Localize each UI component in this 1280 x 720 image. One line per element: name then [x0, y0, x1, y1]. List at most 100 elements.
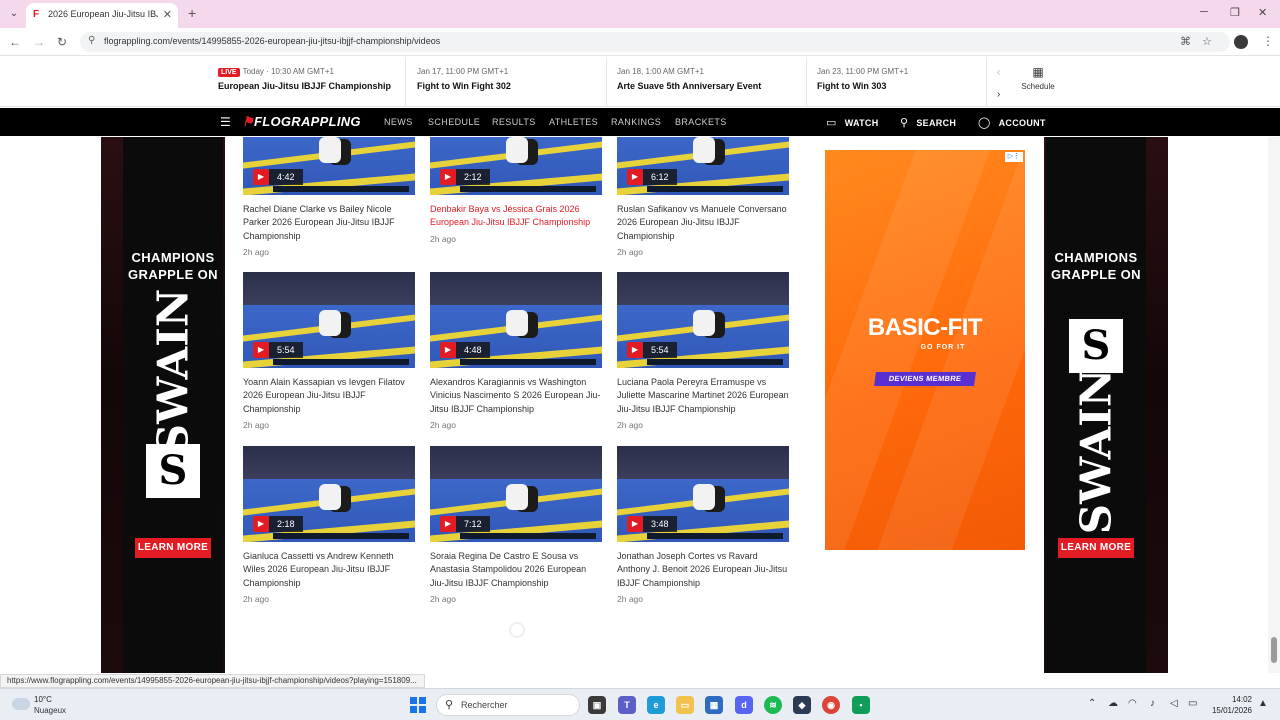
hamburger-menu-icon[interactable]: ☰ [220, 115, 231, 129]
video-thumbnail[interactable]: ▶ 6:12 [617, 137, 789, 195]
video-card[interactable]: ▶ 4:42 Rachel Diane Clarke vs Bailey Nico… [243, 137, 415, 257]
tray-cloud-icon[interactable]: ☁ [1108, 698, 1118, 709]
weather-condition: Nuageux [34, 706, 67, 715]
video-title[interactable]: Ruslan Safikanov vs Manuele Conversano 2… [617, 203, 789, 243]
video-title[interactable]: Alexandros Karagiannis vs Washington Vin… [430, 376, 602, 416]
video-title[interactable]: Rachel Diane Clarke vs Bailey Nicole Par… [243, 203, 415, 243]
tab-close-icon[interactable]: ✕ [163, 8, 172, 21]
video-thumbnail[interactable]: ▶ 3:48 [617, 446, 789, 542]
video-duration: 6:12 [643, 169, 677, 185]
video-thumbnail[interactable]: ▶ 4:42 [243, 137, 415, 195]
nav-news[interactable]: NEWS [384, 117, 413, 127]
video-title[interactable]: Gianluca Cassetti vs Andrew Kenneth Wile… [243, 550, 415, 590]
spotify-icon[interactable]: ≋ [764, 696, 782, 714]
video-title[interactable]: Yoann Alain Kassapian vs Ievgen Filatov … [243, 376, 415, 416]
adchoices-icon[interactable]: ▷⋮ [1005, 152, 1023, 162]
windows-start-icon[interactable] [410, 697, 426, 713]
video-card[interactable]: ▶ 5:54 Yoann Alain Kassapian vs Ievgen Fi… [243, 272, 415, 430]
store-icon[interactable]: ▦ [705, 696, 723, 714]
video-title[interactable]: Jonathan Joseph Cortes vs Ravard Anthony… [617, 550, 789, 590]
account-button[interactable]: ◯ ACCOUNT [978, 116, 1046, 129]
shield-app-icon[interactable]: ◆ [793, 696, 811, 714]
strip-next-icon[interactable]: › [997, 89, 1000, 100]
video-thumbnail[interactable]: ▶ 7:12 [430, 446, 602, 542]
display-ad[interactable]: ▷⋮ BASIC-FIT GO FOR IT DEVIENS MEMBRE [825, 150, 1025, 550]
site-logo[interactable]: ⚑FLOGRAPPLING [242, 114, 361, 130]
profile-avatar-icon[interactable] [1234, 35, 1248, 49]
taskbar-search-placeholder: Rechercher [461, 700, 508, 710]
video-card[interactable]: ▶ 4:48 Alexandros Karagiannis vs Washingt… [430, 272, 602, 430]
video-card[interactable]: ▶ 6:12 Ruslan Safikanov vs Manuele Conver… [617, 137, 789, 257]
tray-chevron-icon[interactable]: ⌃ [1088, 698, 1096, 709]
forward-icon[interactable]: → [33, 35, 45, 49]
notification-bell-icon[interactable]: ▲ [1258, 698, 1268, 709]
reload-icon[interactable]: ↻ [57, 35, 67, 49]
search-icon: ⚲ [900, 117, 909, 129]
video-duration: 7:12 [456, 516, 490, 532]
video-title[interactable]: Soraia Regina De Castro E Sousa vs Anast… [430, 550, 602, 590]
event-card[interactable]: LIVE Today · 10:30 AM GMT+1 European Jiu-… [218, 57, 406, 107]
video-card[interactable]: ▶ 5:54 Luciana Paola Pereyra Erramuspe vs… [617, 272, 789, 430]
video-duration: 5:54 [643, 342, 677, 358]
wifi-icon[interactable]: ◠ [1128, 698, 1137, 709]
discord-icon[interactable]: d [735, 696, 753, 714]
browser-menu-icon[interactable]: ⋮ [1262, 34, 1274, 48]
video-title[interactable]: Denbakir Baya vs Jéssica Grais 2026 Euro… [430, 203, 602, 230]
back-icon[interactable]: ← [9, 35, 21, 49]
skin-ad-left[interactable]: CHAMPIONS GRAPPLE ON SWAIN S LEARN MORE [101, 137, 225, 673]
translate-icon[interactable]: ⌘ [1180, 35, 1191, 48]
event-card[interactable]: Jan 23, 11:00 PM GMT+1 Fight to Win 303 [817, 57, 987, 107]
chrome-icon[interactable]: ◉ [822, 696, 840, 714]
skin-ad-right[interactable]: CHAMPIONS GRAPPLE ON S SWAIN LEARN MORE [1044, 137, 1168, 673]
nav-schedule[interactable]: SCHEDULE [428, 117, 480, 127]
video-card[interactable]: ▶ 2:12 Denbakir Baya vs Jéssica Grais 202… [430, 137, 602, 244]
omnibox[interactable]: ⚲ flograppling.com/events/14995855-2026-… [80, 32, 1230, 52]
browser-tab-active[interactable]: F 2026 European Jiu-Jitsu IBJJF C ✕ [26, 3, 178, 28]
edge-icon[interactable]: e [647, 696, 665, 714]
nav-brackets[interactable]: BRACKETS [675, 117, 727, 127]
nav-athletes[interactable]: ATHLETES [549, 117, 598, 127]
bookmark-star-icon[interactable]: ☆ [1202, 35, 1212, 48]
video-thumbnail[interactable]: ▶ 2:18 [243, 446, 415, 542]
video-thumbnail[interactable]: ▶ 4:48 [430, 272, 602, 368]
task-view-icon[interactable]: ▣ [588, 696, 606, 714]
taskbar-clock[interactable]: 14:02 15/01/2026 [1204, 694, 1252, 716]
video-title[interactable]: Luciana Paola Pereyra Erramuspe vs Julie… [617, 376, 789, 416]
skin-learn-more-button[interactable]: LEARN MORE [135, 538, 211, 558]
page-scrollbar[interactable] [1268, 137, 1280, 673]
tab-list-chevron-icon[interactable]: ⌄ [6, 6, 22, 22]
strip-prev-icon[interactable]: ‹ [997, 67, 1000, 78]
event-card[interactable]: Jan 17, 11:00 PM GMT+1 Fight to Win Figh… [417, 57, 607, 107]
site-info-icon[interactable]: ⚲ [88, 35, 95, 46]
close-window-icon[interactable]: ✕ [1258, 6, 1267, 19]
app-icon[interactable]: ▪ [852, 696, 870, 714]
teams-icon[interactable]: T [618, 696, 636, 714]
event-card[interactable]: Jan 18, 1:00 AM GMT+1 Arte Suave 5th Ann… [617, 57, 807, 107]
restore-icon[interactable]: ❐ [1230, 6, 1240, 19]
volume-icon[interactable]: ◁ [1170, 698, 1178, 709]
minimize-icon[interactable]: ─ [1200, 6, 1208, 18]
video-card[interactable]: ▶ 3:48 Jonathan Joseph Cortes vs Ravard A… [617, 446, 789, 604]
search-button[interactable]: ⚲ SEARCH [900, 116, 956, 129]
nav-results[interactable]: RESULTS [492, 117, 536, 127]
ad-cta-button[interactable]: DEVIENS MEMBRE [874, 372, 976, 386]
video-thumbnail[interactable]: ▶ 2:12 [430, 137, 602, 195]
schedule-button[interactable]: ▦ Schedule [1016, 65, 1060, 91]
url-text[interactable]: flograppling.com/events/14995855-2026-eu… [104, 36, 440, 46]
skin-brand: SWAIN [148, 288, 198, 455]
mic-icon[interactable]: ♪ [1150, 698, 1155, 709]
video-card[interactable]: ▶ 7:12 Soraia Regina De Castro E Sousa vs… [430, 446, 602, 604]
battery-icon[interactable]: ▭ [1188, 698, 1197, 709]
video-age: 2h ago [430, 594, 456, 605]
video-thumbnail[interactable]: ▶ 5:54 [617, 272, 789, 368]
taskbar-search[interactable]: ⚲ Rechercher [436, 694, 580, 716]
new-tab-icon[interactable]: + [188, 5, 196, 21]
video-card[interactable]: ▶ 2:18 Gianluca Cassetti vs Andrew Kennet… [243, 446, 415, 604]
nav-rankings[interactable]: RANKINGS [611, 117, 661, 127]
skin-learn-more-button[interactable]: LEARN MORE [1058, 538, 1134, 558]
video-duration: 2:18 [269, 516, 303, 532]
scrollbar-thumb[interactable] [1271, 637, 1277, 663]
watch-button[interactable]: ▭ WATCH [826, 116, 879, 129]
file-explorer-icon[interactable]: ▭ [676, 696, 694, 714]
video-thumbnail[interactable]: ▶ 5:54 [243, 272, 415, 368]
